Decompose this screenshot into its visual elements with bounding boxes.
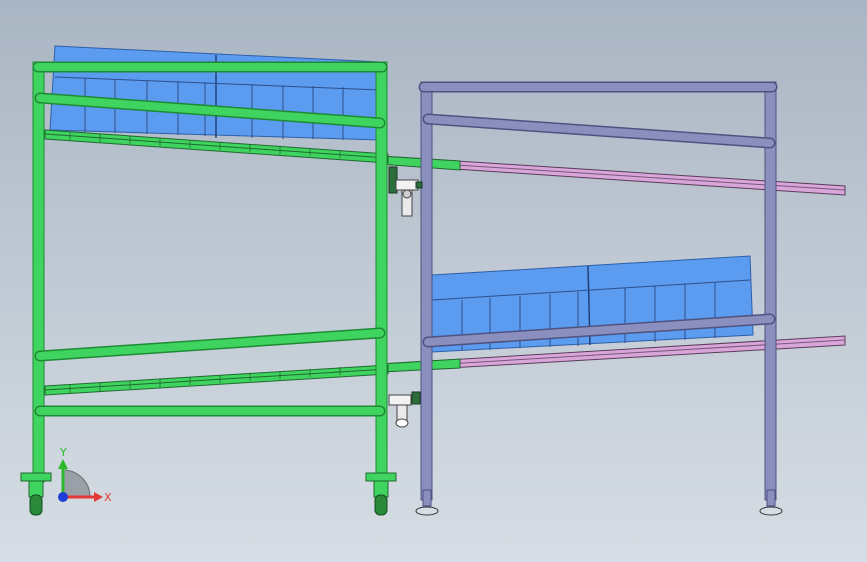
axis-triad[interactable]: Y X xyxy=(58,446,112,504)
caster-wheel-right xyxy=(365,472,397,516)
leveling-foot-right xyxy=(759,489,783,516)
lower-coupling-clamp[interactable] xyxy=(388,391,421,428)
upper-coupling-clamp[interactable] xyxy=(388,166,423,217)
lower-roller-track-left[interactable] xyxy=(44,364,389,396)
green-frame[interactable] xyxy=(20,45,397,516)
caster-wheel-left xyxy=(20,472,52,516)
cad-viewport[interactable]: Y X xyxy=(0,0,867,562)
y-axis-label: Y xyxy=(59,446,67,459)
assembly-view[interactable]: Y X xyxy=(0,0,867,562)
upper-bin-row[interactable] xyxy=(49,45,381,141)
triad-quadrant-icon xyxy=(62,469,91,498)
leveling-foot-left xyxy=(415,489,439,516)
purple-frame[interactable] xyxy=(379,81,846,516)
x-axis-label: X xyxy=(104,491,112,504)
z-axis-dot-icon xyxy=(58,492,68,502)
